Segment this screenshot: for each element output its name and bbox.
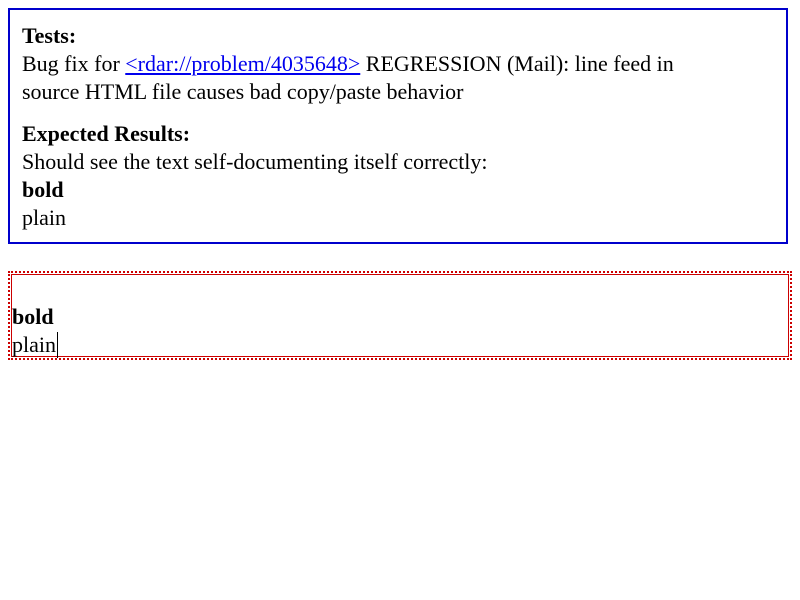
instructions-panel: Tests: Bug fix for <rdar://problem/40356… bbox=[8, 8, 788, 244]
expected-results-description: Should see the text self-documenting its… bbox=[22, 149, 488, 174]
tests-heading: Tests: bbox=[22, 23, 77, 48]
expected-results-heading: Expected Results: bbox=[22, 121, 191, 146]
editable-content[interactable]: bold plain bbox=[12, 303, 58, 359]
expected-results-section: Expected Results: Should see the text se… bbox=[22, 120, 774, 232]
tests-prefix: Bug fix for bbox=[22, 51, 126, 76]
editor-plain-text[interactable]: plain bbox=[12, 332, 56, 357]
tests-section: Tests: Bug fix for <rdar://problem/40356… bbox=[22, 22, 774, 106]
bug-report-link[interactable]: <rdar://problem/4035648> bbox=[125, 51, 360, 76]
expected-plain-text: plain bbox=[22, 205, 66, 230]
text-caret bbox=[57, 332, 58, 358]
tests-description-line2: source HTML file causes bad copy/paste b… bbox=[22, 79, 464, 104]
editor-plain-row[interactable]: plain bbox=[12, 331, 58, 359]
expected-bold-text: bold bbox=[22, 177, 64, 202]
tests-description-line1: Bug fix for <rdar://problem/4035648> REG… bbox=[22, 50, 774, 78]
editable-region[interactable]: bold plain bbox=[8, 271, 792, 360]
tests-suffix: REGRESSION (Mail): line feed in bbox=[360, 51, 674, 76]
editor-bold-text[interactable]: bold bbox=[12, 303, 58, 331]
